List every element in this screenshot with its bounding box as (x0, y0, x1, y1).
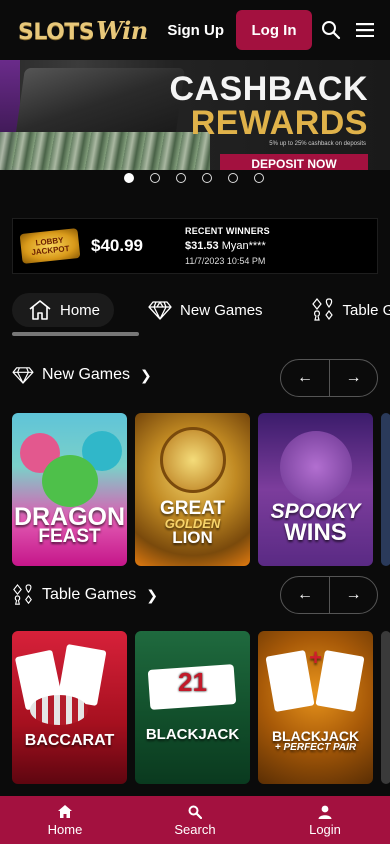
table-games-row: BACCARAT 21 BLACKJACK + BLACKJACK + PERF… (12, 631, 390, 784)
cash-image (0, 132, 210, 170)
deposit-now-button[interactable]: DEPOSIT NOW (220, 154, 368, 170)
arrow-right-button[interactable]: → (329, 577, 377, 613)
game-title: BACCARAT (24, 732, 115, 749)
nav-home[interactable]: Home (0, 796, 130, 844)
game-title: BLACKJACK (145, 726, 240, 743)
carousel-dot[interactable] (254, 173, 264, 183)
game-card-dragon-feast[interactable]: DRAGON FEAST (12, 413, 127, 566)
search-icon[interactable] (316, 15, 346, 45)
monster-face (280, 431, 352, 503)
chevron-right-icon: ❯ (140, 366, 152, 383)
chevron-right-icon: ❯ (146, 586, 158, 603)
search-icon (188, 804, 202, 820)
game-card-partial[interactable] (381, 631, 390, 784)
plus-icon: + (309, 645, 322, 670)
game-subtitle: LION (172, 528, 213, 547)
card-suits-icon (311, 298, 333, 321)
nav-home-label: Home (47, 821, 83, 837)
table-games-header[interactable]: Table Games ❯ (12, 584, 158, 606)
promo-banner[interactable]: CASHBACK REWARDS 5% up to 25% cashback o… (0, 60, 390, 170)
section-title: Table Games (42, 586, 137, 603)
home-icon (58, 804, 72, 820)
lobby-jackpot-card: LOBBY JACKPOT $40.99 RECENT WINNERS $31.… (12, 218, 378, 274)
game-card-great-golden-lion[interactable]: GREAT GOLDEN LION (135, 413, 250, 566)
arrow-left-button[interactable]: ← (281, 577, 329, 613)
banner-fine-print: 5% up to 25% cashback on deposits (269, 141, 366, 147)
tab-home[interactable]: Home (12, 293, 115, 327)
sign-up-link[interactable]: Sign Up (155, 22, 236, 39)
new-games-header[interactable]: New Games ❯ (12, 366, 152, 384)
carousel-dots (124, 173, 264, 183)
recent-winners: RECENT WINNERS $31.53 Myan**** 11/7/2023… (185, 226, 270, 266)
lobby-jackpot-logo: LOBBY JACKPOT (19, 228, 81, 264)
jackpot-amount: $40.99 (91, 236, 143, 255)
log-in-button[interactable]: Log In (236, 10, 312, 50)
carousel-dot[interactable] (228, 173, 238, 183)
game-subtitle: FEAST (38, 526, 101, 547)
banner-title-line2: REWARDS (190, 104, 368, 142)
winner-username: Myan**** (221, 240, 266, 252)
tab-label: Table Games (342, 301, 390, 319)
new-games-arrows: ← → (280, 359, 378, 397)
carousel-dot[interactable] (202, 173, 212, 183)
new-games-row: DRAGON FEAST GREAT GOLDEN LION SPOOKY WI… (12, 413, 390, 566)
tab-label: New Games (180, 301, 263, 319)
game-subtitle: + PERFECT PAIR (274, 742, 357, 753)
recent-winner-entry: $31.53 Myan**** (185, 240, 270, 252)
dragon-green (42, 455, 98, 507)
diamond-icon (12, 367, 34, 384)
tabs-scrollbar[interactable] (12, 332, 139, 336)
table-games-arrows: ← → (280, 576, 378, 614)
top-header: SLOTS Win Sign Up Log In (0, 0, 390, 60)
tab-label: Home (60, 301, 101, 319)
blackjack-21-badge: 21 (178, 667, 207, 697)
section-title: New Games (42, 366, 131, 383)
poker-chips (30, 695, 88, 725)
game-card-blackjack-perfect-pair[interactable]: + BLACKJACK + PERFECT PAIR (258, 631, 373, 784)
game-subtitle: WINS (284, 519, 347, 546)
game-card-blackjack[interactable]: 21 BLACKJACK (135, 631, 250, 784)
lion-face (160, 427, 226, 493)
arrow-right-button[interactable]: → (329, 360, 377, 396)
carousel-dot[interactable] (176, 173, 186, 183)
game-card-spooky-wins[interactable]: SPOOKY WINS (258, 413, 373, 566)
user-icon (318, 804, 332, 820)
logo-text-win: Win (96, 15, 148, 45)
carousel-dot[interactable] (124, 173, 134, 183)
winner-date: 11/7/2023 10:54 PM (185, 256, 266, 266)
diamond-icon (148, 301, 172, 320)
recent-winners-title: RECENT WINNERS (185, 226, 270, 236)
category-tabs: Home New Games Table Games (12, 290, 390, 330)
carousel-dot[interactable] (150, 173, 160, 183)
game-card-baccarat[interactable]: BACCARAT (12, 631, 127, 784)
game-title: BLACKJACK (271, 728, 360, 744)
winner-amount: $31.53 (185, 240, 219, 252)
nav-search-label: Search (174, 821, 216, 837)
bottom-nav: Home Search Login (0, 796, 390, 844)
logo-text-slots: SLOTS (18, 19, 95, 45)
tab-table-games[interactable]: Table Games (295, 293, 390, 327)
nav-login[interactable]: Login (260, 796, 390, 844)
card-suits-icon (13, 584, 32, 605)
tab-new-games[interactable]: New Games (132, 293, 277, 327)
arrow-left-button[interactable]: ← (281, 360, 329, 396)
nav-search[interactable]: Search (130, 796, 260, 844)
home-icon (29, 300, 51, 320)
slotswin-logo[interactable]: SLOTS Win (18, 16, 148, 45)
game-card-partial[interactable] (381, 413, 390, 566)
hamburger-menu-icon[interactable] (350, 15, 380, 45)
nav-login-label: Login (309, 821, 341, 837)
